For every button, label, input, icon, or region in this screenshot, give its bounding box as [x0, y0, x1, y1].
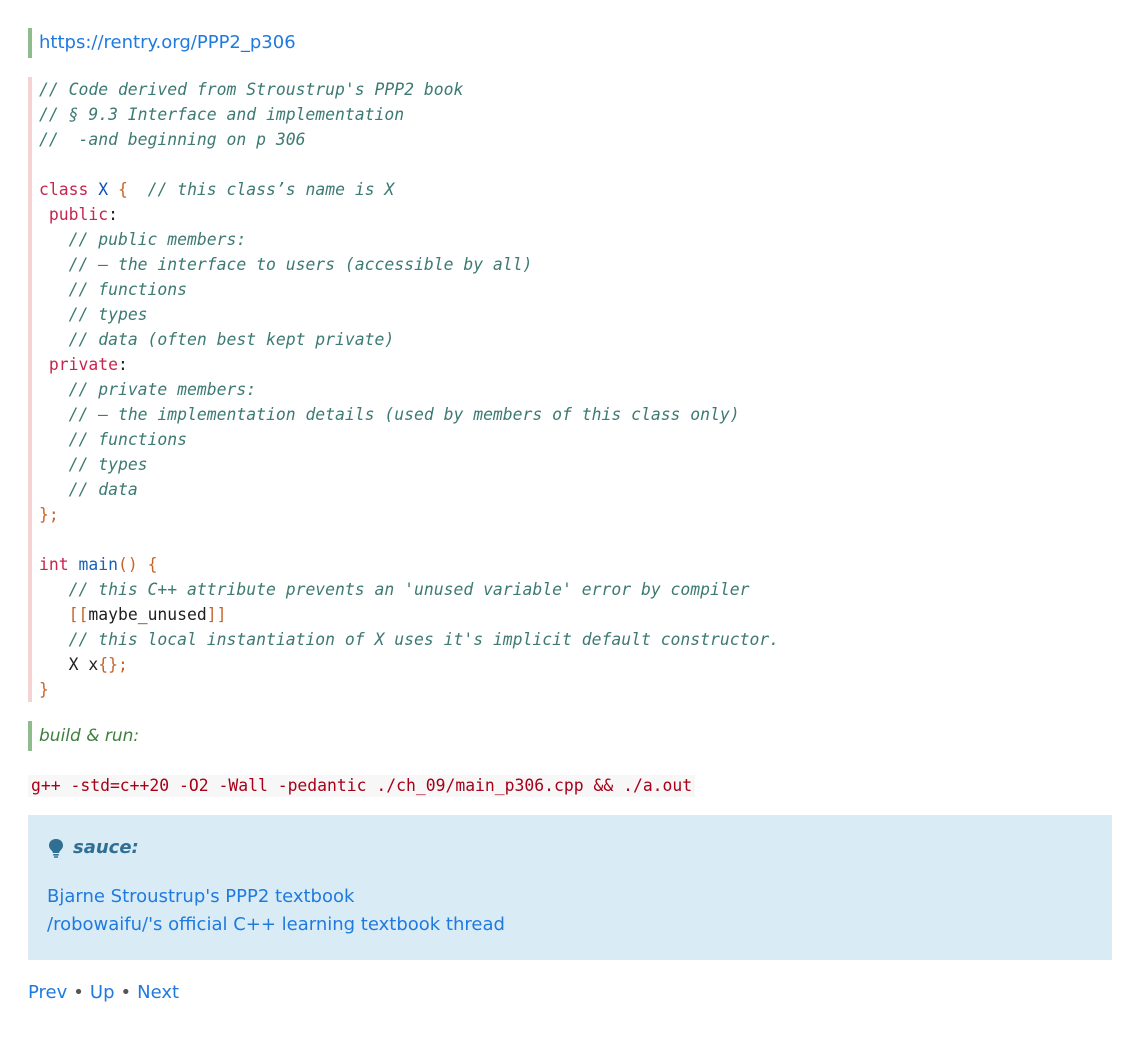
lightbulb-icon [47, 838, 65, 858]
thread-link[interactable]: /robowaifu/'s official C++ learning text… [47, 914, 505, 935]
code-comment: // – the interface to users (accessible … [68, 255, 533, 274]
code-comment: // this class’s name is X [147, 180, 395, 199]
code-comment: // functions [68, 280, 188, 299]
code-attribute: maybe_unused [88, 605, 207, 624]
code-comment: // this local instantiation of X uses it… [68, 630, 780, 649]
code-comment: // data (often best kept private) [68, 330, 395, 349]
code-comment: // public members: [68, 230, 247, 249]
sauce-note: sauce: Bjarne Stroustrup's PPP2 textbook… [28, 815, 1112, 960]
page-navigation: Prev • Up • Next [28, 980, 1112, 1006]
nav-separator: • [73, 982, 84, 1003]
note-title-row: sauce: [47, 833, 1093, 863]
code-declaration: X x [68, 655, 99, 674]
code-comment: // Code derived from Stroustrup's PPP2 b… [39, 80, 464, 99]
textbook-link[interactable]: Bjarne Stroustrup's PPP2 textbook [47, 886, 354, 907]
source-link[interactable]: https://rentry.org/PPP2_p306 [39, 32, 296, 53]
code-comment: // types [68, 305, 148, 324]
code-keyword: class [39, 180, 89, 199]
code-content: // Code derived from Stroustrup's PPP2 b… [39, 80, 780, 699]
build-command: g++ -std=c++20 -O2 -Wall -pedantic ./ch_… [28, 775, 696, 797]
note-title: sauce: [73, 837, 139, 858]
page-content: https://rentry.org/PPP2_p306 // Code der… [28, 28, 1112, 1006]
code-type: X [98, 180, 109, 199]
code-keyword: public [48, 205, 109, 224]
code-comment: // – the implementation details (used by… [68, 405, 740, 424]
code-comment: // functions [68, 430, 188, 449]
code-comment: // data [68, 480, 138, 499]
code-keyword: private [48, 355, 118, 374]
build-run-label: build & run: [28, 721, 1112, 751]
up-link[interactable]: Up [90, 982, 115, 1003]
next-link[interactable]: Next [137, 982, 179, 1003]
code-function: main [78, 555, 118, 574]
source-link-quote: https://rentry.org/PPP2_p306 [28, 28, 1112, 58]
code-comment: // this C++ attribute prevents an 'unuse… [68, 580, 750, 599]
nav-separator: • [120, 982, 132, 1003]
code-keyword: int [39, 555, 69, 574]
code-block: // Code derived from Stroustrup's PPP2 b… [28, 77, 1112, 702]
code-comment: // -and beginning on p 306 [39, 130, 306, 149]
note-links: Bjarne Stroustrup's PPP2 textbook /robow… [47, 883, 1093, 939]
prev-link[interactable]: Prev [28, 982, 67, 1003]
code-comment: // types [68, 455, 148, 474]
code-comment: // private members: [68, 380, 257, 399]
code-comment: // § 9.3 Interface and implementation [39, 105, 405, 124]
